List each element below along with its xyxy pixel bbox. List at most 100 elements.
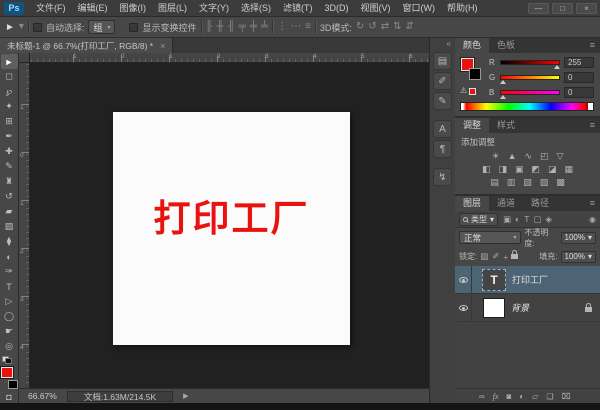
menu-window[interactable]: 窗口(W) [397,0,442,16]
3d-roll-icon[interactable]: ↺ [368,22,376,32]
marquee-tool[interactable]: ◻ [1,69,18,84]
vibrance-icon[interactable]: ▽ [557,151,564,162]
brush-presets-panel-icon[interactable]: ✎ [433,92,452,110]
document-tab[interactable]: 未标题-1 @ 66.7%(打印工厂, RGB/8) * × [0,38,174,53]
align-center-v-icon[interactable]: ╪ [250,22,257,32]
tab-swatches[interactable]: 色板 [489,38,523,53]
filter-adjustment-layers-icon[interactable]: ◐ [515,214,520,225]
type-tool[interactable]: T [1,279,18,294]
selective-color-icon[interactable]: ▩ [556,177,565,188]
background-color-swatch[interactable] [7,380,18,389]
tab-channels[interactable]: 通道 [489,196,523,211]
new-layer-icon[interactable]: ❏ [546,392,553,401]
brightness-contrast-icon[interactable]: ☀ [492,151,500,162]
paragraph-panel-icon[interactable]: ¶ [433,140,452,158]
menu-select[interactable]: 选择(S) [235,0,277,16]
layer-row-text[interactable]: T 打印工厂 [455,266,600,294]
channel-g-slider[interactable] [500,75,560,84]
channel-b-slider[interactable] [500,90,560,99]
3d-slide-icon[interactable]: ⇅ [393,22,401,32]
hue-saturation-icon[interactable]: ◧ [482,164,491,175]
channel-mixer-icon[interactable]: ◪ [548,164,557,175]
move-tool[interactable]: ► [0,54,18,69]
minimize-button[interactable]: — [528,2,549,14]
lock-transparent-icon[interactable]: ▨ [480,251,488,262]
panel-menu-icon[interactable]: ≡ [585,38,600,53]
lasso-tool[interactable]: ℘ [1,84,18,99]
healing-brush-tool[interactable]: ✚ [1,144,18,159]
curves-icon[interactable]: ∿ [525,151,533,162]
panel-menu-icon[interactable]: ≡ [585,118,600,133]
tab-color[interactable]: 颜色 [455,38,490,53]
dodge-tool[interactable]: ◐ [1,249,18,264]
gradient-tool[interactable]: ▨ [1,219,18,234]
clone-stamp-tool[interactable]: ♜ [1,174,18,189]
status-arrow-icon[interactable]: ▶ [183,392,188,400]
align-right-icon[interactable]: ╢ [228,22,235,32]
channel-r-value[interactable]: 255 [564,57,594,68]
lock-position-icon[interactable]: + [503,252,508,262]
color-spectrum-ramp[interactable] [460,102,594,111]
zoom-tool[interactable]: ◎ [1,339,18,354]
hand-tool[interactable]: ☛ [1,324,18,339]
quick-mask-button[interactable]: ◘ [1,389,18,404]
blend-mode-dropdown[interactable]: 正常 ▾ [459,231,522,244]
layer-style-icon[interactable]: fx [493,392,499,401]
menu-type[interactable]: 文字(Y) [193,0,235,16]
adjustment-layer-icon[interactable]: ◐ [519,392,524,401]
align-center-h-icon[interactable]: ╫ [217,22,224,32]
close-button[interactable]: × [576,2,597,14]
black-white-icon[interactable]: ▣ [515,164,524,175]
group-layers-icon[interactable]: ▱ [532,392,538,401]
align-bottom-icon[interactable]: ╧ [261,22,268,32]
tab-close-icon[interactable]: × [160,41,165,51]
menu-image[interactable]: 图像(I) [114,0,153,16]
brush-panel-icon[interactable]: ✐ [433,72,452,90]
align-left-icon[interactable]: ╟ [206,22,213,32]
link-layers-icon[interactable]: ∞ [479,392,485,401]
invert-icon[interactable]: ▤ [490,177,499,188]
pen-tool[interactable]: ✑ [1,264,18,279]
3d-rotate-icon[interactable]: ↻ [356,22,364,32]
quick-selection-tool[interactable]: ✦ [1,99,18,114]
tab-paths[interactable]: 路径 [523,196,557,211]
show-transform-checkbox[interactable] [129,22,139,32]
layer-name[interactable]: 打印工厂 [512,273,548,286]
tab-layers[interactable]: 图层 [455,196,490,211]
eyedropper-tool[interactable]: ✒ [1,129,18,144]
eraser-tool[interactable]: ▰ [1,204,18,219]
distribute-v-icon[interactable]: ⋮ [277,22,287,32]
blur-tool[interactable]: ⧫ [1,234,18,249]
auto-select-checkbox[interactable] [32,22,42,32]
auto-select-dropdown[interactable]: 组 ▾ [88,20,116,34]
lock-all-icon[interactable] [511,250,519,259]
levels-icon[interactable]: ▲ [508,151,517,162]
channel-g-value[interactable]: 0 [564,72,594,83]
gamut-warning-icon[interactable]: ⚠ [460,87,467,95]
menu-edit[interactable]: 编辑(E) [72,0,114,16]
collapse-dock-button[interactable]: « [447,38,455,50]
background-color-swatch[interactable] [469,68,481,80]
photo-filter-icon[interactable]: ◩ [532,164,541,175]
background-layer-thumbnail[interactable] [483,297,505,318]
brush-tool[interactable]: ✎ [1,159,18,174]
color-lookup-icon[interactable]: ▦ [565,164,574,175]
maximize-button[interactable]: □ [552,2,573,14]
filter-toggle-icon[interactable]: ◉ [589,215,596,224]
path-selection-tool[interactable]: ▷ [1,294,18,309]
menu-layer[interactable]: 图层(L) [152,0,193,16]
distribute-h-icon[interactable]: ⋯ [291,22,301,32]
opacity-dropdown[interactable]: 100% ▾ [560,231,596,244]
color-balance-icon[interactable]: ◨ [498,164,507,175]
channel-r-slider[interactable] [500,60,560,69]
default-colors-icon[interactable] [2,356,12,364]
menu-file[interactable]: 文件(F) [30,0,72,16]
3d-scale-icon[interactable]: ⇵ [405,22,413,32]
character-panel-icon[interactable]: A [433,120,452,138]
visibility-cell[interactable] [455,266,472,293]
layer-row-background[interactable]: 背景 [455,294,600,322]
foreground-color-swatch[interactable] [0,366,14,379]
document-canvas[interactable]: 打印工厂 [113,112,350,345]
posterize-icon[interactable]: ▥ [507,177,516,188]
menu-help[interactable]: 帮助(H) [441,0,484,16]
